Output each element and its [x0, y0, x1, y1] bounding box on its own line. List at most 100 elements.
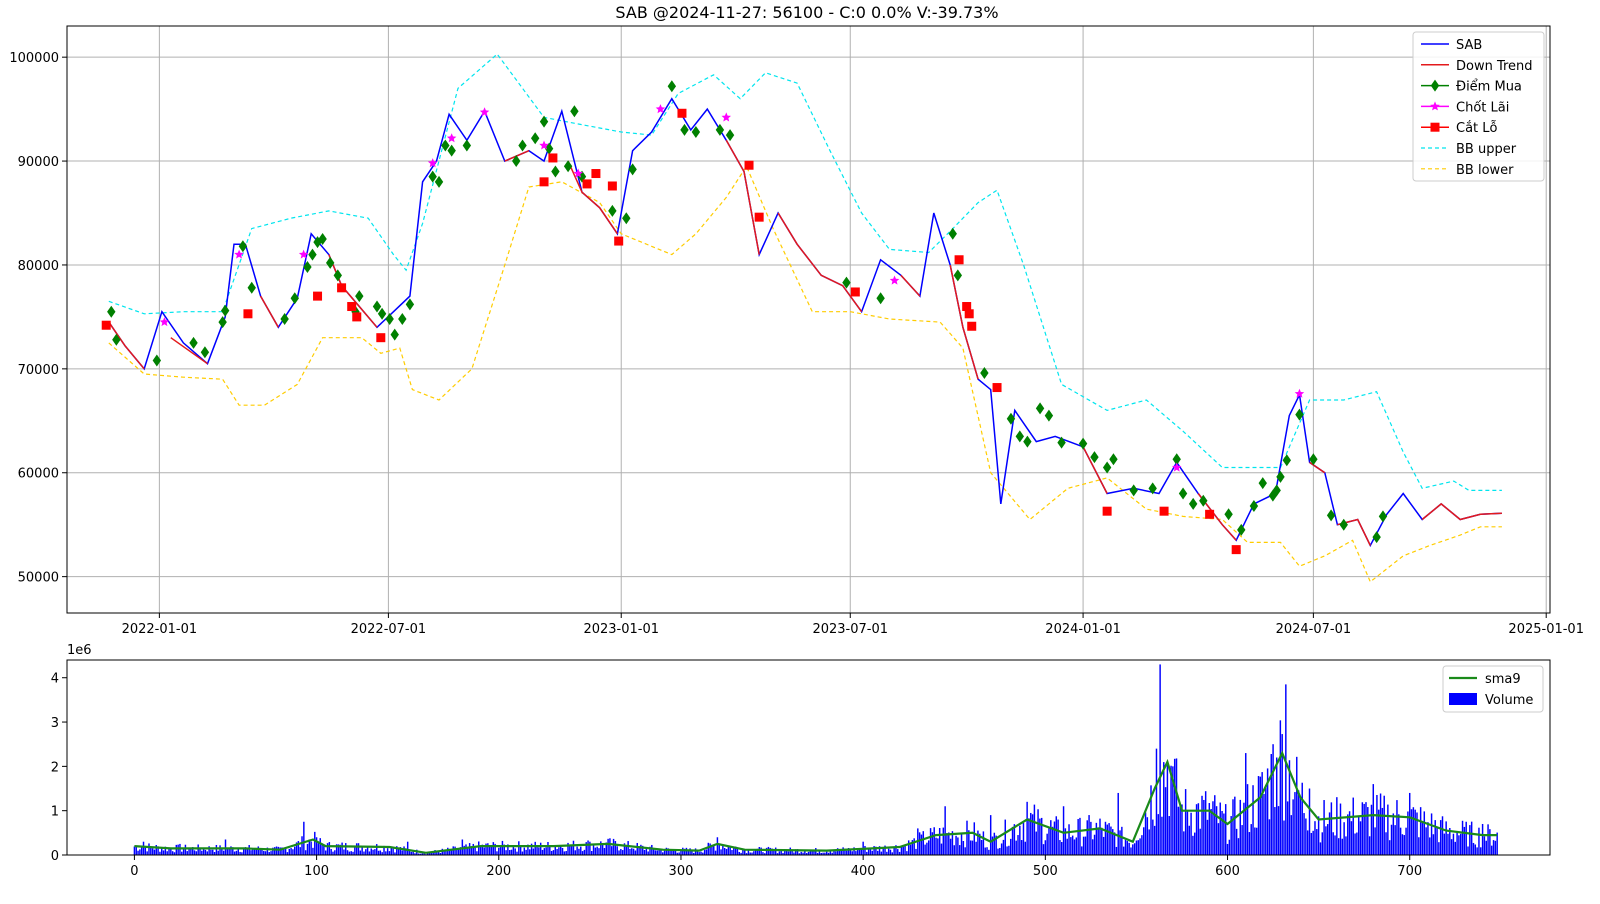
volume-y-tick-label: 4	[51, 672, 59, 687]
volume-bar	[195, 851, 198, 855]
volume-bar	[1470, 821, 1473, 855]
volume-bar	[1255, 827, 1258, 855]
volume-bar	[210, 849, 212, 855]
volume-bar	[1241, 825, 1243, 855]
volume-bar	[1126, 841, 1129, 855]
volume-bar	[900, 846, 903, 855]
volume-x-tick-label: 600	[1215, 864, 1240, 879]
volume-bar	[233, 851, 236, 855]
volume-bar	[1370, 804, 1373, 855]
volume-bar	[538, 847, 540, 855]
volume-bar	[1480, 847, 1482, 855]
volume-bar	[980, 840, 983, 855]
volume-bar	[1279, 720, 1282, 855]
volume-bar	[1004, 819, 1006, 855]
volume-bar	[137, 850, 139, 855]
volume-bar	[1327, 824, 1329, 855]
volume-bar	[569, 846, 571, 855]
volume-bar	[1046, 833, 1048, 855]
volume-bar	[248, 845, 250, 855]
volume-bar	[1425, 827, 1427, 855]
volume-bar	[825, 851, 828, 855]
volume-bar	[787, 851, 790, 855]
volume-bar	[920, 834, 923, 855]
volume-bar	[1261, 772, 1263, 855]
volume-bar	[933, 827, 935, 855]
volume-bar	[270, 851, 272, 855]
volume-bar	[215, 844, 218, 855]
volume-bar	[561, 847, 564, 855]
volume-bar	[1113, 832, 1116, 855]
volume-bar	[346, 850, 349, 855]
volume-bar	[1228, 839, 1231, 855]
volume-bar	[656, 850, 659, 855]
volume-bar	[1033, 804, 1036, 855]
volume-bar	[643, 849, 646, 855]
volume-bar	[1450, 839, 1453, 855]
volume-bar	[1454, 841, 1456, 855]
volume-bar	[1398, 814, 1400, 855]
volume-bar	[1024, 841, 1027, 855]
volume-bar	[1270, 754, 1272, 855]
volume-bar	[1002, 839, 1005, 855]
volume-bar	[255, 849, 258, 855]
legend-label-diem-mua: Điểm Mua	[1456, 80, 1522, 95]
volume-bar	[1250, 824, 1252, 855]
stop-loss-marker	[1159, 506, 1169, 516]
volume-bar	[580, 846, 582, 855]
volume-bar	[355, 843, 358, 855]
volume-bar	[964, 847, 966, 855]
volume-bar	[1214, 795, 1216, 855]
volume-bar	[1099, 818, 1101, 855]
volume-bar	[1394, 825, 1396, 855]
x-tick-label: 2022-01-01	[122, 622, 198, 637]
volume-bar	[133, 846, 136, 855]
stop-loss-marker	[1205, 509, 1215, 519]
volume-bar	[993, 832, 996, 855]
volume-bar	[1259, 776, 1262, 855]
volume-bar	[1274, 807, 1276, 855]
volume-x-tick-label: 0	[130, 864, 138, 879]
volume-bar	[846, 850, 848, 855]
volume-bar	[607, 838, 609, 855]
volume-bar	[1179, 805, 1181, 855]
x-tick-label: 2025-01-01	[1508, 622, 1584, 637]
volume-bar	[1000, 843, 1003, 855]
volume-bar	[1419, 807, 1422, 855]
volume-bar	[1051, 826, 1054, 855]
volume-bar	[1124, 839, 1127, 855]
volume-bar	[674, 850, 677, 855]
volume-bar	[1443, 833, 1446, 855]
volume-bar	[694, 848, 697, 855]
volume-bar	[1254, 827, 1256, 855]
volume-bar	[1181, 804, 1183, 855]
volume-bar	[1323, 800, 1325, 855]
volume-bar	[1396, 800, 1398, 855]
volume-bar	[1306, 830, 1309, 855]
stop-loss-marker	[1231, 545, 1241, 555]
volume-bar	[1082, 836, 1085, 855]
volume-bar	[1285, 684, 1287, 856]
volume-bar	[401, 850, 403, 855]
volume-bar	[539, 842, 542, 855]
volume-bar	[512, 846, 515, 855]
legend-label-bb-lower: BB lower	[1456, 163, 1514, 178]
volume-bar	[343, 849, 345, 855]
volume-bar	[703, 849, 706, 855]
volume-bar	[170, 848, 172, 855]
volume-bar	[498, 847, 500, 855]
volume-x-tick-label: 500	[1033, 864, 1058, 879]
volume-bar	[716, 837, 719, 855]
volume-bar	[946, 833, 948, 855]
volume-bar	[887, 848, 890, 855]
stop-loss-marker	[591, 169, 601, 179]
volume-bar	[523, 847, 526, 855]
volume-bar	[386, 848, 389, 855]
volume-bar	[1234, 796, 1236, 855]
volume-bar	[144, 846, 147, 855]
volume-bar	[1303, 813, 1305, 855]
volume-bar	[261, 849, 263, 855]
volume-bar	[341, 842, 343, 855]
legend-label-sma9: sma9	[1485, 672, 1521, 687]
volume-bar	[1022, 822, 1025, 855]
